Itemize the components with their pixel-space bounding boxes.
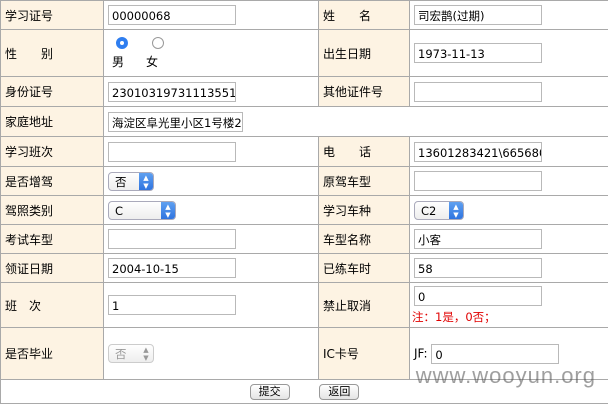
gender-female-label: 女: [146, 55, 159, 69]
phone-input[interactable]: 13601283421\66568093: [414, 141, 542, 162]
student-form: 学习证号 00000068 姓 名 司宏鹊(过期) 性 别 男 女 出生日期 1…: [0, 0, 608, 404]
phone-label: 电 话: [318, 136, 410, 167]
exam-car-input[interactable]: [108, 229, 236, 249]
row-exam-car: 考试车型 车型名称 小客: [0, 224, 608, 254]
birthdate-label: 出生日期: [318, 29, 410, 77]
row-upgrade: 是否增驾 否 ▲ ▼ 原驾车型: [0, 166, 608, 196]
upgrade-select-value: 否: [115, 174, 127, 189]
row-gender: 性 别 男 女 出生日期 1973-11-13: [0, 29, 608, 77]
ic-card-label: IC卡号: [318, 327, 410, 380]
name-input[interactable]: 司宏鹊(过期): [414, 5, 542, 25]
study-car-label: 学习车种: [318, 195, 410, 225]
shift-label: 班 次: [0, 282, 104, 328]
class-no-input[interactable]: [108, 141, 236, 162]
row-shift: 班 次 1 禁止取消 0 注：1是，0否；: [0, 282, 608, 328]
graduated-select-value: 否: [115, 347, 127, 361]
chevron-updown-icon: ▲ ▼: [139, 172, 153, 190]
ic-card-input[interactable]: 0: [431, 343, 560, 364]
row-address: 家庭地址 海淀区阜光里小区1号楼2: [0, 106, 608, 137]
practiced-hours-label: 已练车时: [318, 253, 410, 283]
graduated-label: 是否毕业: [0, 327, 104, 380]
prohibit-cancel-label: 禁止取消: [318, 282, 410, 328]
gender-male-label: 男: [112, 55, 125, 69]
id-no-input[interactable]: 230103197311135519: [108, 81, 236, 102]
upgrade-label: 是否增驾: [0, 166, 104, 196]
other-id-label: 其他证件号: [318, 76, 410, 107]
birthdate-input[interactable]: 1973-11-13: [414, 43, 542, 63]
id-no-label: 身份证号: [0, 76, 104, 107]
car-name-label: 车型名称: [318, 224, 410, 254]
prohibit-cancel-input[interactable]: 0: [414, 286, 542, 306]
receive-date-label: 领证日期: [0, 253, 104, 283]
car-name-input[interactable]: 小客: [414, 229, 542, 249]
shift-input[interactable]: 1: [108, 295, 236, 315]
study-car-select[interactable]: C2 ▲ ▼: [414, 200, 464, 220]
submit-button[interactable]: 提交: [249, 383, 290, 400]
row-license: 驾照类别 C ▲ ▼ 学习车种 C2 ▲ ▼: [0, 195, 608, 225]
gender-female-radio[interactable]: [152, 37, 164, 49]
orig-car-label: 原驾车型: [318, 166, 410, 196]
graduated-select[interactable]: 否 ▲ ▼: [108, 344, 154, 363]
watermark: www.wooyun.org: [415, 363, 596, 388]
row-id: 身份证号 230103197311135519 其他证件号: [0, 76, 608, 107]
license-type-label: 驾照类别: [0, 195, 104, 225]
upgrade-select[interactable]: 否 ▲ ▼: [108, 171, 154, 191]
row-receive-date: 领证日期 2004-10-15 已练车时 58: [0, 253, 608, 283]
class-no-label: 学习班次: [0, 136, 104, 167]
prohibit-cancel-note: 注：1是，0否；: [412, 310, 496, 324]
chevron-updown-icon: ▲ ▼: [161, 201, 175, 219]
name-label: 姓 名: [318, 0, 410, 30]
row-study-no: 学习证号 00000068 姓 名 司宏鹊(过期): [0, 0, 608, 30]
orig-car-input[interactable]: [414, 171, 542, 191]
study-car-select-value: C2: [421, 203, 437, 218]
back-button[interactable]: 返回: [319, 383, 360, 400]
chevron-updown-icon: ▲ ▼: [143, 346, 149, 362]
study-no-input[interactable]: 00000068: [108, 5, 236, 25]
gender-male-radio[interactable]: [116, 37, 128, 49]
license-type-select[interactable]: C ▲ ▼: [108, 200, 176, 220]
exam-car-label: 考试车型: [0, 224, 104, 254]
study-no-label: 学习证号: [0, 0, 104, 30]
license-type-select-value: C: [115, 203, 124, 218]
address-input[interactable]: 海淀区阜光里小区1号楼2: [108, 111, 243, 132]
row-class: 学习班次 电 话 13601283421\66568093: [0, 136, 608, 167]
practiced-hours-input[interactable]: 58: [414, 258, 542, 278]
receive-date-input[interactable]: 2004-10-15: [108, 258, 236, 278]
chevron-updown-icon: ▲ ▼: [449, 201, 463, 219]
other-id-input[interactable]: [414, 81, 542, 102]
gender-label: 性 别: [0, 29, 104, 77]
address-label: 家庭地址: [0, 106, 104, 137]
ic-card-prefix: JF:: [414, 346, 428, 360]
